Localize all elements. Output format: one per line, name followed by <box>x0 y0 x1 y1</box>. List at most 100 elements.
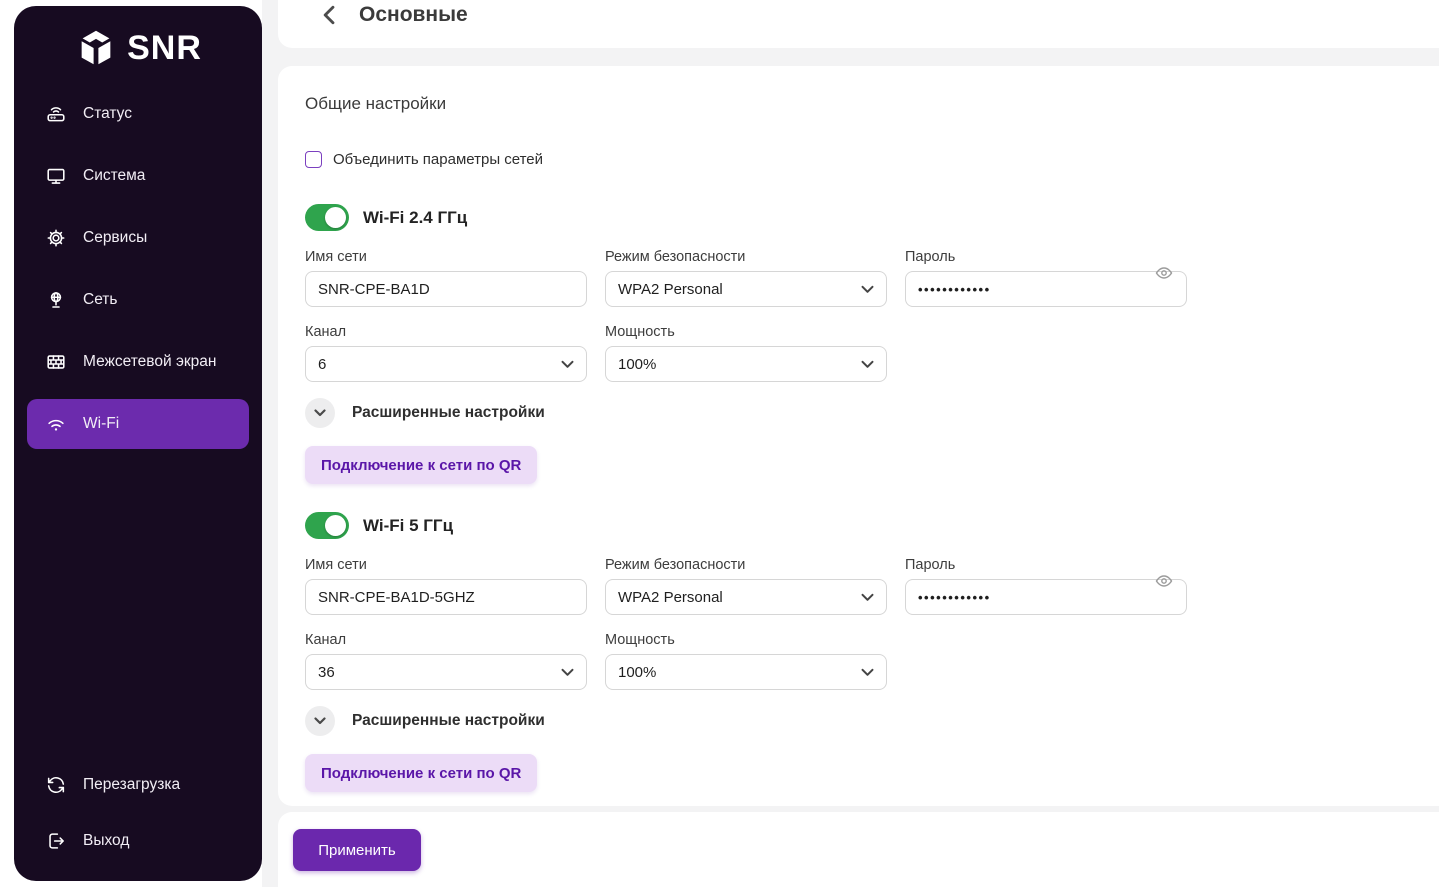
page-title: Основные <box>359 1 468 28</box>
network-name-field: Имя сети <box>305 557 587 615</box>
sidebar: SNR Статус Система <box>14 6 262 881</box>
fields-row: Имя сети Режим безопасности WPA2 Persona… <box>305 249 1432 307</box>
chevron-down-icon <box>314 409 326 417</box>
logout-icon <box>45 830 67 852</box>
password-field: Пароль <box>905 557 1187 615</box>
security-mode-label: Режим безопасности <box>605 249 887 265</box>
action-bar: Применить <box>278 812 1439 887</box>
advanced-expand-button[interactable] <box>305 398 335 428</box>
wifi-5ghz-section: Wi-Fi 5 ГГц Имя сети Режим безопасности … <box>305 512 1432 792</box>
back-button[interactable] <box>315 2 341 28</box>
security-mode-value: WPA2 Personal <box>618 589 723 606</box>
network-name-input[interactable] <box>305 271 587 307</box>
settings-card: Общие настройки Объединить параметры сет… <box>278 66 1439 806</box>
chevron-down-icon <box>861 360 874 369</box>
wifi-5ghz-label: Wi-Fi 5 ГГц <box>363 516 453 536</box>
password-input[interactable] <box>905 271 1187 307</box>
password-field: Пароль <box>905 249 1187 307</box>
channel-value: 36 <box>318 664 335 681</box>
sidebar-item-reboot[interactable]: Перезагрузка <box>27 760 249 810</box>
chevron-down-icon <box>314 717 326 725</box>
wifi-5ghz-toggle[interactable] <box>305 512 349 539</box>
sidebar-item-status[interactable]: Статус <box>27 89 249 139</box>
refresh-icon <box>45 774 67 796</box>
advanced-settings-label: Расширенные настройки <box>352 712 545 730</box>
network-name-input[interactable] <box>305 579 587 615</box>
qr-connect-button[interactable]: Подключение к сети по QR <box>305 446 537 484</box>
power-value: 100% <box>618 356 656 373</box>
logo-text: SNR <box>127 29 202 68</box>
gear-icon <box>45 227 67 249</box>
wifi-24ghz-toggle-row: Wi-Fi 2.4 ГГц <box>305 204 1432 231</box>
chevron-down-icon <box>861 593 874 602</box>
security-mode-select[interactable]: WPA2 Personal <box>605 271 887 307</box>
sidebar-item-firewall[interactable]: Межсетевой экран <box>27 337 249 387</box>
globe-icon <box>45 289 67 311</box>
fields-row: Имя сети Режим безопасности WPA2 Persona… <box>305 557 1432 615</box>
power-value: 100% <box>618 664 656 681</box>
toggle-knob <box>325 207 346 228</box>
sidebar-menu: Статус Система Сервисы <box>14 89 262 449</box>
channel-select[interactable]: 36 <box>305 654 587 690</box>
eye-icon[interactable] <box>1154 265 1174 281</box>
snr-logo-icon <box>74 28 118 68</box>
qr-connect-button[interactable]: Подключение к сети по QR <box>305 754 537 792</box>
security-mode-value: WPA2 Personal <box>618 281 723 298</box>
wifi-24ghz-label: Wi-Fi 2.4 ГГц <box>363 208 467 228</box>
chevron-down-icon <box>561 360 574 369</box>
chevron-down-icon <box>561 668 574 677</box>
merge-networks-checkbox[interactable] <box>305 151 322 168</box>
advanced-expand-button[interactable] <box>305 706 335 736</box>
channel-value: 6 <box>318 356 326 373</box>
power-select[interactable]: 100% <box>605 654 887 690</box>
sidebar-item-label: Перезагрузка <box>83 776 180 794</box>
sidebar-item-system[interactable]: Система <box>27 151 249 201</box>
chevron-down-icon <box>861 285 874 294</box>
channel-select[interactable]: 6 <box>305 346 587 382</box>
sidebar-item-label: Межсетевой экран <box>83 353 216 371</box>
power-field: Мощность 100% <box>605 324 887 382</box>
back-chevron-icon <box>320 5 337 25</box>
advanced-settings-row: Расширенные настройки <box>305 398 1432 428</box>
security-mode-select[interactable]: WPA2 Personal <box>605 579 887 615</box>
sidebar-item-services[interactable]: Сервисы <box>27 213 249 263</box>
password-label: Пароль <box>905 557 1187 573</box>
password-label: Пароль <box>905 249 1187 265</box>
snr-logo: SNR <box>14 16 262 80</box>
fields-row: Канал 6 Мощность 100% <box>305 324 1432 382</box>
eye-icon[interactable] <box>1154 573 1174 589</box>
sidebar-item-label: Сеть <box>83 291 117 309</box>
advanced-settings-row: Расширенные настройки <box>305 706 1432 736</box>
sidebar-item-label: Сервисы <box>83 229 147 247</box>
network-name-field: Имя сети <box>305 249 587 307</box>
wifi-24ghz-section: Wi-Fi 2.4 ГГц Имя сети Режим безопасност… <box>305 204 1432 484</box>
firewall-icon <box>45 351 67 373</box>
apply-button[interactable]: Применить <box>293 829 421 871</box>
sidebar-footer: Перезагрузка Выход <box>14 760 262 866</box>
advanced-settings-label: Расширенные настройки <box>352 404 545 422</box>
chevron-down-icon <box>861 668 874 677</box>
network-name-label: Имя сети <box>305 249 587 265</box>
power-select[interactable]: 100% <box>605 346 887 382</box>
sidebar-item-label: Wi-Fi <box>83 415 119 433</box>
section-title: Общие настройки <box>305 94 1432 114</box>
channel-field: Канал 6 <box>305 324 587 382</box>
channel-label: Канал <box>305 324 587 340</box>
power-field: Мощность 100% <box>605 632 887 690</box>
sidebar-item-label: Выход <box>83 832 129 850</box>
sidebar-item-network[interactable]: Сеть <box>27 275 249 325</box>
sidebar-item-wifi[interactable]: Wi-Fi <box>27 399 249 449</box>
merge-networks-row: Объединить параметры сетей <box>305 150 1432 168</box>
channel-field: Канал 36 <box>305 632 587 690</box>
sidebar-item-logout[interactable]: Выход <box>27 816 249 866</box>
wifi-icon <box>45 413 67 435</box>
sidebar-item-label: Статус <box>83 105 132 123</box>
network-name-label: Имя сети <box>305 557 587 573</box>
wifi-24ghz-toggle[interactable] <box>305 204 349 231</box>
channel-label: Канал <box>305 632 587 648</box>
wifi-5ghz-toggle-row: Wi-Fi 5 ГГц <box>305 512 1432 539</box>
security-mode-label: Режим безопасности <box>605 557 887 573</box>
fields-row: Канал 36 Мощность 100% <box>305 632 1432 690</box>
password-input[interactable] <box>905 579 1187 615</box>
toggle-knob <box>325 515 346 536</box>
